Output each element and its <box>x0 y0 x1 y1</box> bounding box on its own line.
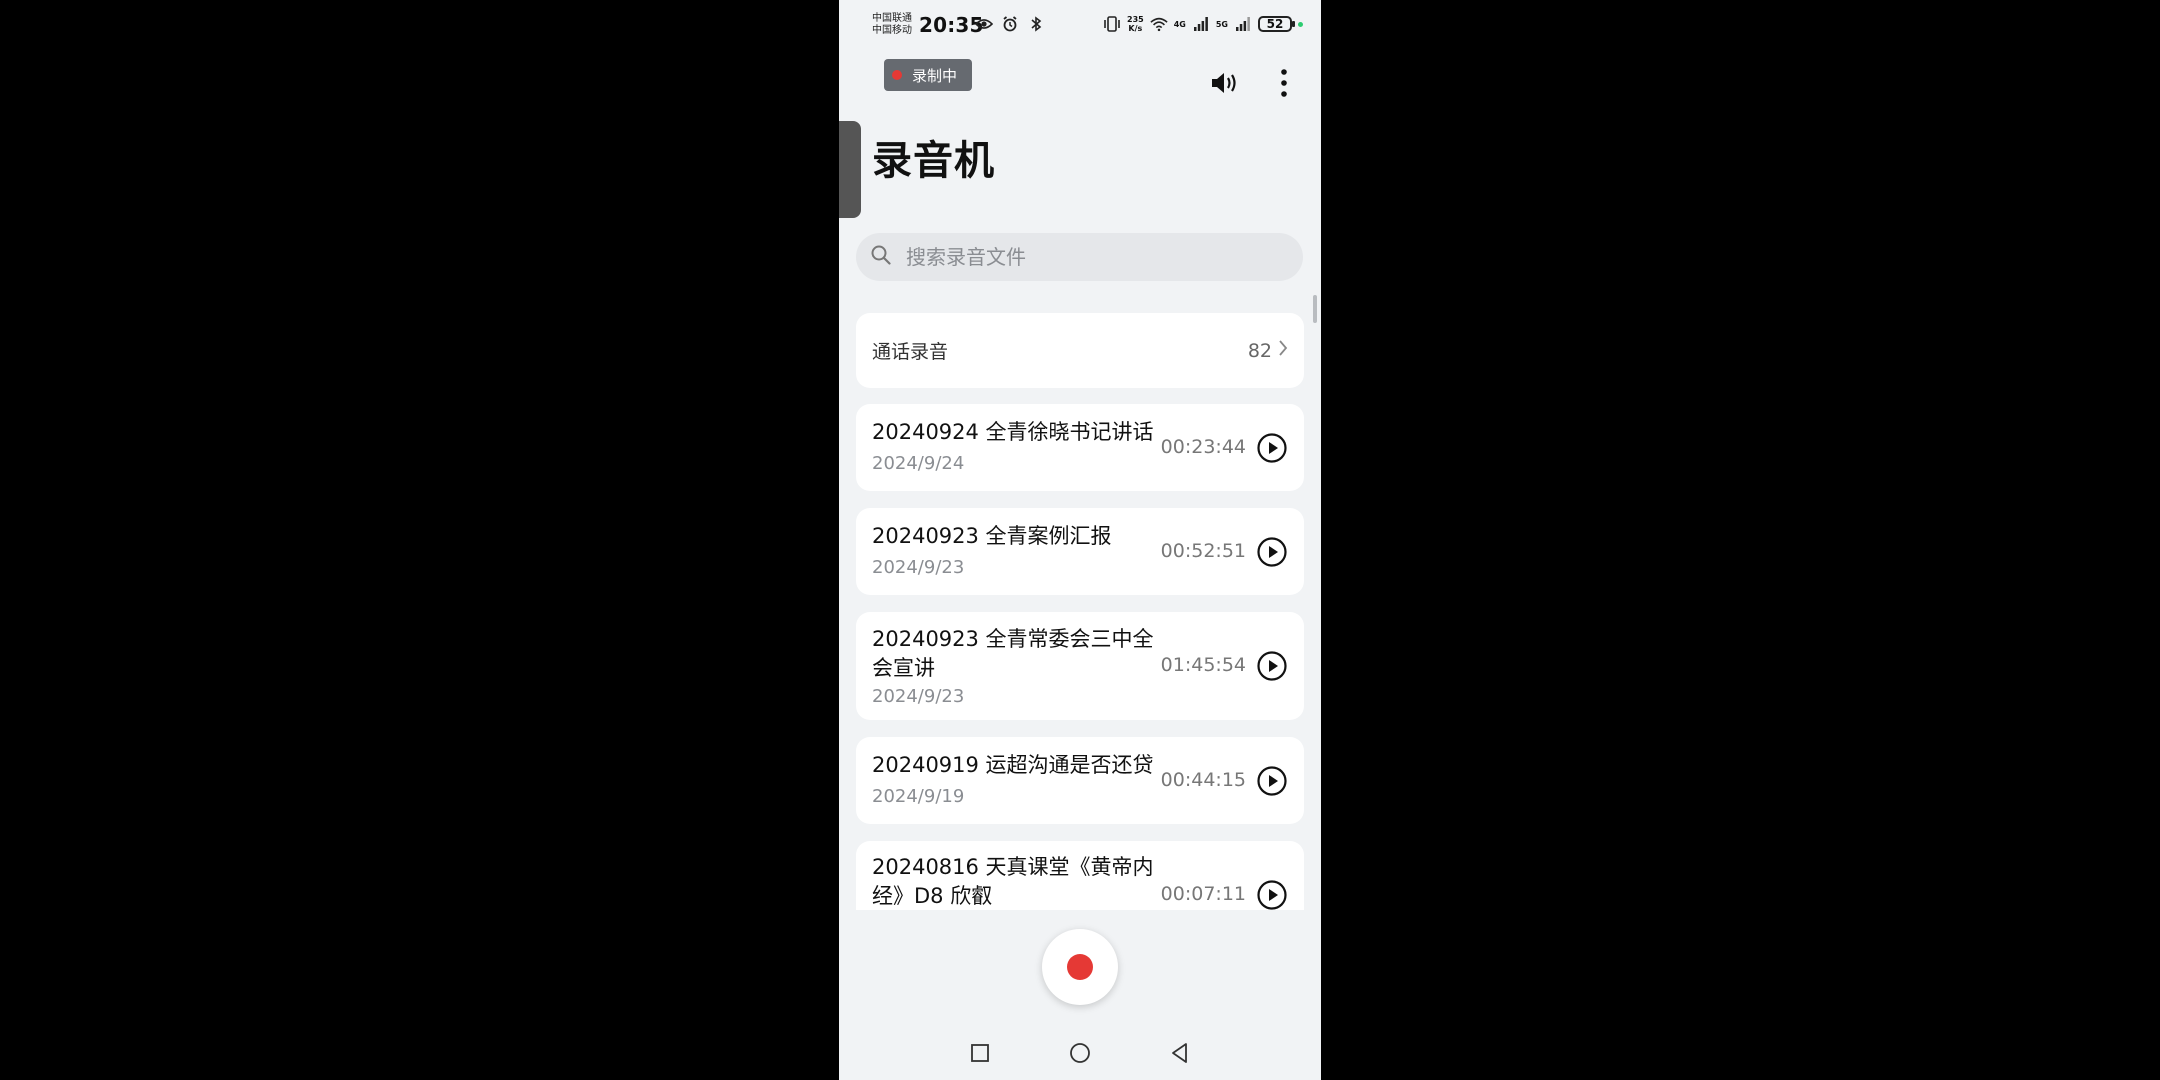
recording-duration: 00:44:15 <box>1160 769 1246 791</box>
recording-duration: 00:52:51 <box>1160 540 1246 562</box>
signal-2-label: 5G <box>1215 19 1228 29</box>
home-button[interactable] <box>1063 1036 1097 1070</box>
list-item[interactable]: 20240923 全青案例汇报 2024/9/23 00:52:51 <box>856 508 1304 595</box>
search-bar[interactable] <box>856 233 1303 281</box>
play-icon <box>1257 433 1287 463</box>
eye-icon <box>975 15 993 33</box>
wifi-icon <box>1150 15 1168 33</box>
navigation-bar <box>839 1030 1321 1076</box>
search-icon <box>870 244 892 270</box>
recording-title: 20240919 运超沟通是否还贷 <box>872 753 1154 777</box>
side-panel-handle[interactable] <box>839 121 861 218</box>
play-button[interactable] <box>1256 536 1288 568</box>
record-icon <box>1067 954 1093 980</box>
play-button[interactable] <box>1256 432 1288 464</box>
recording-duration: 00:23:44 <box>1160 436 1246 458</box>
record-button[interactable] <box>1042 929 1118 1005</box>
play-icon <box>1257 766 1287 796</box>
recording-dot-icon <box>892 70 902 80</box>
net-speed-unit: K/s <box>1128 24 1143 33</box>
recording-date: 2024/9/23 <box>872 686 965 707</box>
triangle-back-icon <box>1172 1043 1187 1063</box>
list-item[interactable]: 20240923 全青常委会三中全会宣讲 2024/9/23 01:45:54 <box>856 612 1304 720</box>
vibrate-icon <box>1103 15 1121 33</box>
more-icon[interactable] <box>1267 66 1301 100</box>
privacy-indicator-dot <box>1298 21 1303 27</box>
play-icon <box>1257 651 1287 681</box>
net-speed-value: 235 <box>1127 15 1144 24</box>
list-item[interactable]: 20240919 运超沟通是否还贷 2024/9/19 00:44:15 <box>856 737 1304 824</box>
chevron-right-icon <box>1278 339 1288 362</box>
play-button[interactable] <box>1256 879 1288 911</box>
circle-icon <box>1070 1043 1090 1063</box>
recording-title: 20240923 全青案例汇报 <box>872 524 1112 548</box>
signal-icon <box>1192 15 1210 33</box>
status-bar: 中国联通 中国移动 20:35 235 K/s 4G 5G 52 <box>839 0 1321 48</box>
square-icon <box>971 1044 989 1062</box>
recents-button[interactable] <box>963 1036 997 1070</box>
recording-date: 2024/9/24 <box>872 453 965 474</box>
recording-date: 2024/9/19 <box>872 786 965 807</box>
back-button[interactable] <box>1163 1036 1197 1070</box>
signal-1-label: 4G <box>1173 19 1186 29</box>
recording-title: 20240924 全青徐晓书记讲话 <box>872 420 1154 444</box>
alarm-icon <box>1001 15 1019 33</box>
carrier-names: 中国联通 中国移动 <box>872 13 912 37</box>
play-icon <box>1257 537 1287 567</box>
recording-duration: 00:07:11 <box>1160 883 1246 905</box>
call-recordings-entry[interactable]: 通话录音 82 <box>856 313 1304 388</box>
play-button[interactable] <box>1256 650 1288 682</box>
signal-icon-2 <box>1234 15 1252 33</box>
call-recordings-label: 通话录音 <box>872 341 949 363</box>
recording-indicator-chip[interactable]: 录制中 <box>884 59 972 91</box>
battery-icon: 52 <box>1258 16 1295 32</box>
carrier-1: 中国联通 <box>872 13 912 24</box>
search-input[interactable] <box>904 244 1288 270</box>
battery-level: 52 <box>1266 17 1284 31</box>
phone-screen: 中国联通 中国移动 20:35 235 K/s 4G 5G 52 录制中 录音机… <box>839 0 1321 1080</box>
list-item[interactable]: 20240924 全青徐晓书记讲话 2024/9/24 00:23:44 <box>856 404 1304 491</box>
recording-date: 2024/9/23 <box>872 557 965 578</box>
recording-duration: 01:45:54 <box>1160 654 1246 676</box>
call-recordings-count: 82 <box>1247 339 1272 362</box>
speaker-icon[interactable] <box>1207 66 1241 100</box>
status-time: 20:35 <box>919 13 984 37</box>
scrollbar-thumb[interactable] <box>1313 295 1317 323</box>
network-speed: 235 K/s <box>1127 15 1144 33</box>
recording-title: 20240816 天真课堂《黄帝内经》D8 欣叡 <box>872 855 1154 908</box>
carrier-2: 中国移动 <box>872 25 912 36</box>
play-button[interactable] <box>1256 765 1288 797</box>
page-title: 录音机 <box>872 138 995 184</box>
play-icon <box>1257 880 1287 910</box>
bluetooth-icon <box>1027 15 1045 33</box>
recording-title: 20240923 全青常委会三中全会宣讲 <box>872 627 1154 680</box>
recording-chip-label: 录制中 <box>912 66 958 85</box>
